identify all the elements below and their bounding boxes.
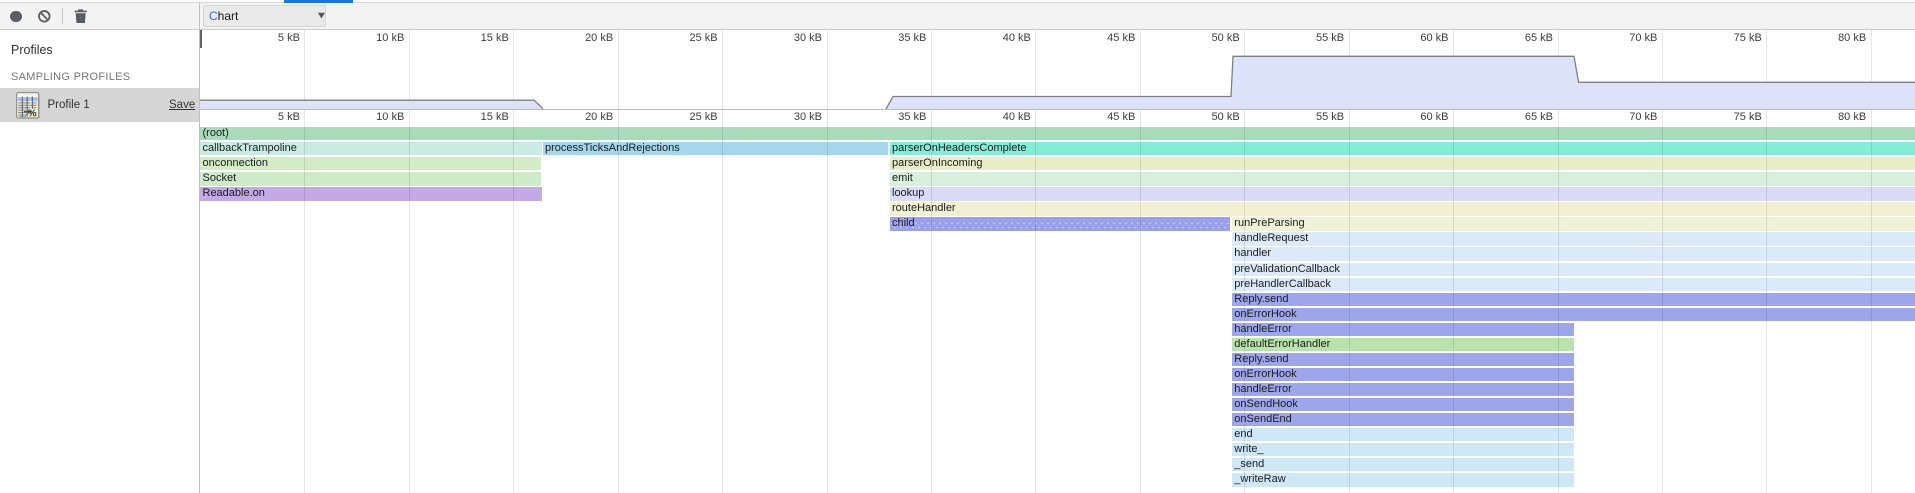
svg-text:%: % [27, 108, 36, 119]
